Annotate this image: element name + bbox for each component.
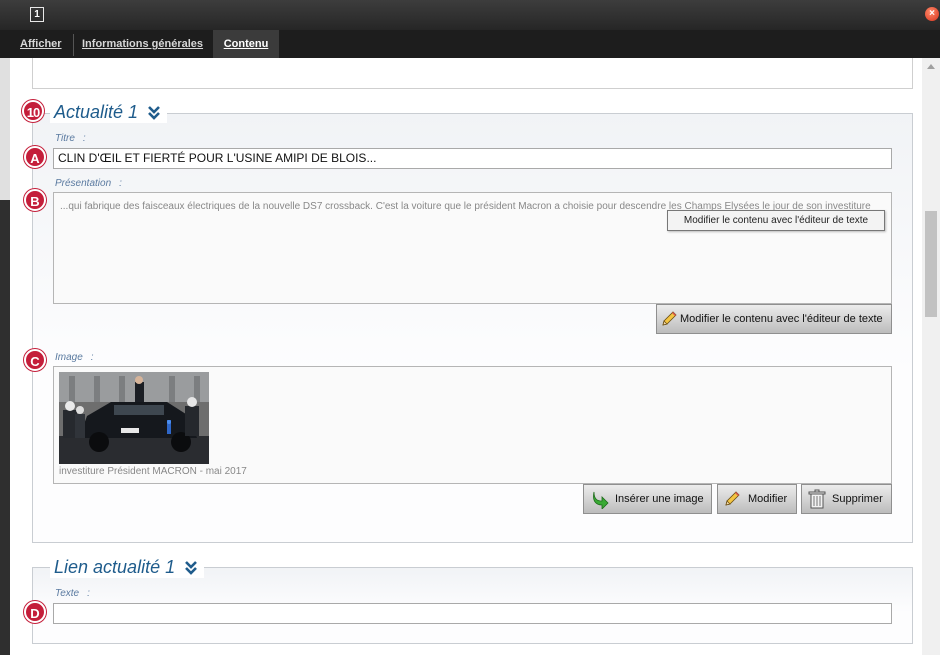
- close-button[interactable]: ×: [925, 7, 939, 21]
- double-chevron-down-icon[interactable]: [184, 560, 198, 576]
- green-arrow-down-icon: [593, 491, 609, 509]
- image-field[interactable]: investiture Président MACRON - mai 2017: [53, 366, 892, 484]
- marker-d: D: [24, 601, 46, 623]
- section-title-text: Lien actualité 1: [54, 557, 176, 577]
- image-label: Image:: [55, 352, 94, 363]
- presentation-label: Présentation:: [55, 178, 122, 189]
- trash-icon: [808, 489, 826, 509]
- texte-label: Texte:: [55, 588, 90, 599]
- section-lien-actualite-1: Texte:: [32, 567, 913, 644]
- marker-10: 10: [22, 100, 44, 122]
- titre-input[interactable]: CLIN D'ŒIL ET FIERTÉ POUR L'USINE AMIPI …: [53, 148, 892, 169]
- presentation-textarea[interactable]: ...qui fabrique des faisceaux électrique…: [53, 192, 892, 304]
- previous-section-bottom: [32, 58, 913, 89]
- scroll-up-arrow-icon[interactable]: [922, 58, 940, 74]
- pencil-icon: [725, 491, 740, 506]
- title-bar: 1 ×: [0, 0, 940, 30]
- section-actualite-1-title[interactable]: Actualité 1: [50, 101, 168, 123]
- section-lien-actualite-1-title[interactable]: Lien actualité 1: [50, 556, 205, 578]
- marker-a: A: [24, 146, 46, 168]
- titre-label: Titre:: [55, 133, 86, 144]
- texte-input[interactable]: [53, 603, 892, 624]
- pencil-icon: [662, 311, 677, 326]
- tab-bar: Afficher Informations générales Contenu: [0, 30, 940, 58]
- delete-image-label: Supprimer: [832, 493, 883, 505]
- marker-b: B: [24, 189, 46, 211]
- modify-image-label: Modifier: [748, 493, 788, 505]
- image-caption: investiture Président MACRON - mai 2017: [59, 466, 247, 477]
- marker-c: C: [24, 349, 46, 371]
- insert-image-label: Insérer une image: [615, 493, 704, 505]
- dialog-window: 1 × Afficher Informations générales Cont…: [0, 0, 940, 655]
- section-title-text: Actualité 1: [54, 102, 139, 122]
- edit-with-text-editor-button[interactable]: Modifier le contenu avec l'éditeur de te…: [656, 304, 892, 334]
- insert-image-button[interactable]: Insérer une image: [583, 484, 712, 514]
- scroll-thumb[interactable]: [925, 211, 937, 317]
- window-number-icon: 1: [30, 7, 44, 22]
- edit-with-text-editor-label: Modifier le contenu avec l'éditeur de te…: [680, 313, 883, 325]
- double-chevron-down-icon[interactable]: [147, 105, 161, 121]
- delete-image-button[interactable]: Supprimer: [801, 484, 892, 514]
- editor-tooltip: Modifier le contenu avec l'éditeur de te…: [667, 210, 885, 231]
- tab-informations-generales[interactable]: Informations générales: [82, 30, 203, 58]
- tab-separator: [73, 34, 74, 56]
- vertical-scrollbar[interactable]: [922, 58, 940, 655]
- tab-contenu[interactable]: Contenu: [213, 30, 279, 58]
- tab-afficher[interactable]: Afficher: [20, 30, 62, 58]
- news-photo: [59, 372, 209, 464]
- modify-image-button[interactable]: Modifier: [717, 484, 797, 514]
